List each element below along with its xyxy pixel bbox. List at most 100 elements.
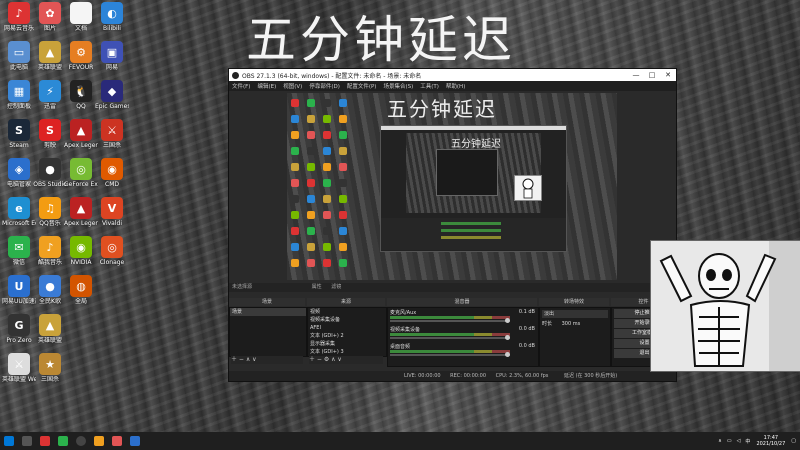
transition-select[interactable]: 淡出 [542,310,608,318]
maximize-icon[interactable]: □ [644,71,660,79]
desktop-icon[interactable]: ▲Apex Legends [64,119,98,149]
wechat-icon[interactable] [58,436,68,446]
menu-item[interactable]: 停靠部件(D) [309,82,340,90]
desktop-icon[interactable]: ♫ QQ音乐 [33,197,67,227]
start-icon[interactable] [4,436,14,446]
mixer-channel[interactable]: 麦克风/Aux 0.1 dB [388,308,538,325]
preview-app-icon [307,211,315,219]
menu-item[interactable]: 编辑(E) [257,82,276,90]
desktop-icon[interactable]: ▲ 英雄联盟 [33,314,67,344]
desktop-icon[interactable]: ◎GeForce Experience [64,158,98,188]
desktop-icon[interactable]: ⚙ FEVOUR [64,41,98,71]
app-icon-2[interactable] [112,436,122,446]
source-item[interactable]: 文本 (GDI+) 3 [308,348,386,356]
mixer-channel[interactable]: 桌面音频 0.0 dB [388,342,538,359]
desktop-icon[interactable]: ♪ 酷我音乐 [33,236,67,266]
desktop-icon[interactable]: eMicrosoft Edge [2,197,36,227]
scenes-toolbar[interactable]: ＋ − ∧ ∨ [231,356,303,364]
input-language[interactable]: 中 [745,438,750,445]
desktop-icon[interactable]: ◉ CMD [95,158,129,188]
filters-button[interactable]: 滤镜 [331,284,341,290]
desktop-icon[interactable]: S Steam [2,119,36,149]
volume-icon[interactable]: ◁ [737,438,741,444]
obs-taskbar-icon[interactable] [76,436,86,446]
edge-taskbar-icon[interactable] [130,436,140,446]
desktop-icon[interactable]: 文档 [64,2,98,32]
duration-value[interactable]: 300 ms [562,321,581,327]
tray-up-icon[interactable]: ∧ [718,438,722,444]
source-item[interactable]: 显示器采集 [308,340,386,348]
properties-button[interactable]: 属性 [312,284,322,290]
desktop-icon[interactable]: ◆ Epic Games [95,80,129,110]
source-item[interactable]: 文本 (GDI+) 2 [308,332,386,340]
desktop-icon[interactable]: ★ 三国杀 [33,353,67,383]
nested-preview: 五分钟延迟 [406,133,542,213]
desktop-icon[interactable]: ● 全民K歌 [33,275,67,305]
transitions-panel[interactable]: 淡出 时长 300 ms [539,307,611,367]
minimize-icon[interactable]: — [628,71,644,79]
desktop-icon[interactable]: ◎ Clonage [95,236,129,266]
scene-item[interactable]: 场景 [230,308,306,316]
obs-window[interactable]: OBS 27.1.3 (64-bit, windows) - 配置文件: 未命名… [228,68,678,382]
obs-preview[interactable]: 五分钟延迟 五分钟延迟 [287,93,617,280]
desktop-icon-label: NVIDIA [70,259,92,266]
desktop-icon[interactable]: U网易UU加速器 [2,275,36,305]
desktop-icon[interactable]: G Pro Zero [2,314,36,344]
desktop-icon[interactable]: ▣ 网易 [95,41,129,71]
scenes-list[interactable]: 场景 [229,307,307,357]
desktop-icon[interactable]: ▲ 英雄联盟 [33,41,67,71]
app-icon[interactable] [94,436,104,446]
desktop-icon[interactable]: ▭ 此电脑 [2,41,36,71]
mixer-channel[interactable]: 视频采集设备 0.0 dB [388,325,538,342]
menu-item[interactable]: 工具(T) [420,82,439,90]
desktop-icon[interactable]: V Vivaldi [95,197,129,227]
obs-titlebar[interactable]: OBS 27.1.3 (64-bit, windows) - 配置文件: 未命名… [229,69,676,81]
menu-item[interactable]: 视图(V) [283,82,302,90]
desktop-icon[interactable]: ◐ Bilibili [95,2,129,32]
search-icon[interactable] [22,436,32,446]
desktop-icon[interactable]: ▦ 控制面板 [2,80,36,110]
desktop-icon-label: 酷我音乐 [37,259,62,266]
source-item[interactable]: 视频 [308,308,386,316]
close-icon[interactable]: ✕ [660,71,676,79]
desktop-icon-label: OBS Studio [33,181,67,188]
desktop-icon[interactable]: ◉ NVIDIA [64,236,98,266]
duration-row[interactable]: 时长 300 ms [540,320,610,328]
preview-app-icon [339,259,347,267]
volume-slider[interactable] [390,352,510,357]
desktop-icon[interactable]: ● OBS Studio [33,158,67,188]
netease-music-icon[interactable] [40,436,50,446]
desktop-icon[interactable]: ✿ 图片 [33,2,67,32]
desktop-icon[interactable]: ▲Apex Legends [64,197,98,227]
source-item[interactable]: 视频采集设备 [308,316,386,324]
desktop-icon[interactable]: ♪ 网易云音乐 [2,2,36,32]
menu-item[interactable]: 帮助(H) [446,82,465,90]
preview-app-icon [307,115,315,123]
menu-item[interactable]: 场景集合(S) [383,82,413,90]
notification-icon[interactable]: ▢ [791,438,796,444]
audio-mixer[interactable]: 麦克风/Aux 0.1 dB 视频采集设备 0.0 dB 桌面音频 0.0 dB [387,307,539,367]
desktop-icon[interactable]: ⚡ 迅雷 [33,80,67,110]
desktop-icon[interactable]: ◈ 电脑管家 [2,158,36,188]
system-tray[interactable]: ∧ ▭ ◁ 中 17:47 2021/10/27 ▢ [718,435,800,447]
app-icon: ◉ [70,236,92,258]
desktop-icon[interactable]: ⚔英雄联盟 WeGame版 [2,353,36,383]
sources-header: 来源 [307,298,385,306]
sources-list[interactable]: 视频 视频采集设备 AFEI 文本 (GDI+) 2 显示器采集 文本 (GDI+) 3 [307,307,387,357]
volume-slider[interactable] [390,318,510,323]
desktop-icon[interactable]: ✉ 微信 [2,236,36,266]
menu-item[interactable]: 文件(F) [232,82,250,90]
app-icon: ♫ [39,197,61,219]
desktop-icon[interactable]: S 剪映 [33,119,67,149]
desktop-icon-label: 全局 [74,298,87,305]
desktop-icon[interactable]: ⚔ 三国杀 [95,119,129,149]
clock[interactable]: 17:47 2021/10/27 [756,435,785,447]
network-icon[interactable]: ▭ [727,438,732,444]
menu-item[interactable]: 配置文件(P) [347,82,377,90]
source-item[interactable]: AFEI [308,324,386,332]
sources-toolbar[interactable]: ＋ − ⚙ ∧ ∨ [309,356,383,364]
desktop-icon[interactable]: 🐧 QQ [64,80,98,110]
desktop-icon[interactable]: ◍ 全局 [64,275,98,305]
app-icon: ◆ [101,80,123,102]
volume-slider[interactable] [390,335,510,340]
